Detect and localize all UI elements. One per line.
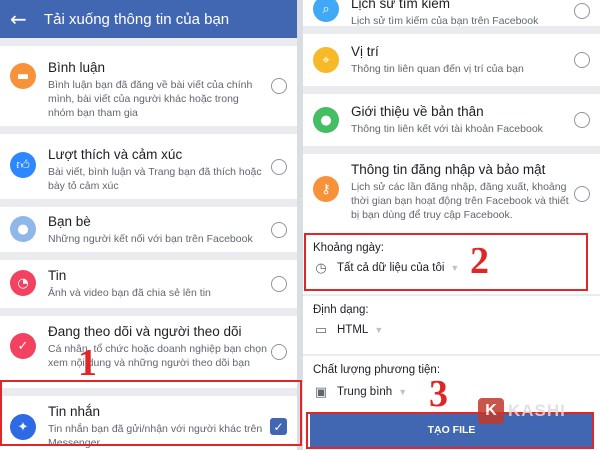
media-quality-value: Trung bình	[337, 386, 393, 398]
category-title: Lịch sử tìm kiếm	[351, 0, 451, 11]
category-radio[interactable]	[271, 78, 287, 94]
highlight-box-step2	[304, 233, 588, 291]
category-radio[interactable]	[271, 344, 287, 360]
format-value: HTML	[337, 324, 369, 336]
category-location[interactable]: ⌖ Vị trí Thông tin liên quan đến vị trí …	[303, 34, 600, 86]
category-title: Bạn bè	[48, 214, 91, 229]
category-title: Bình luận	[48, 60, 106, 75]
category-following[interactable]: ✓ Đang theo dõi và người theo dõi Cá nhâ…	[0, 316, 297, 388]
page-title: Tải xuống thông tin của bạn	[44, 10, 230, 28]
category-title: Vị trí	[351, 44, 379, 59]
chevron-down-icon: ▼	[374, 325, 384, 335]
category-title: Giới thiệu về bản thân	[351, 104, 484, 119]
profile-icon: ●	[313, 107, 339, 133]
media-quality-select[interactable]: ▣ Trung bình ▼	[313, 384, 407, 400]
category-desc: Những người kết nối với bạn trên Faceboo…	[48, 233, 253, 245]
category-friends[interactable]: ● Bạn bè Những người kết nối với bạn trê…	[0, 207, 297, 252]
format-label: Định dạng:	[313, 304, 369, 316]
right-screen: ⌕ Lịch sử tìm kiếm Lịch sử tìm kiếm của …	[303, 0, 600, 450]
category-desc: Ảnh và video bạn đã chia sẻ lên tin	[48, 287, 211, 299]
app-bar: ← Tải xuống thông tin của bạn	[0, 0, 297, 38]
folder-icon: ▭	[314, 322, 328, 338]
category-radio[interactable]	[271, 222, 287, 238]
friends-icon: ●	[10, 216, 36, 242]
watermark-letter: K	[478, 398, 504, 424]
category-title: Tin	[48, 268, 67, 283]
category-title: Lượt thích và cảm xúc	[48, 147, 183, 162]
like-icon: 👍︎	[10, 152, 36, 178]
category-likes[interactable]: 👍︎ Lượt thích và cảm xúc Bài viết, bình …	[0, 134, 297, 199]
watermark-name: KASHI	[508, 401, 566, 420]
step-number-1: 1	[78, 342, 97, 384]
category-about-you[interactable]: ● Giới thiệu về bản thân Thông tin liên …	[303, 94, 600, 146]
category-radio[interactable]	[271, 276, 287, 292]
category-desc: Thông tin liên quan đến vị trí của bạn	[351, 63, 524, 75]
stories-icon: ◔	[10, 270, 36, 296]
video-icon: ▣	[314, 384, 328, 400]
chevron-down-icon: ▼	[398, 387, 408, 397]
watermark-logo: K KASHI	[478, 398, 566, 424]
location-icon: ⌖	[313, 47, 339, 73]
step-number-2: 2	[470, 240, 489, 282]
format-section[interactable]: Định dạng: ▭ HTML ▼	[303, 296, 600, 354]
category-search-history[interactable]: ⌕ Lịch sử tìm kiếm Lịch sử tìm kiếm của …	[303, 0, 600, 27]
category-radio[interactable]	[574, 186, 590, 202]
key-icon: ⚷	[313, 176, 339, 202]
highlight-box-step1	[0, 380, 302, 446]
category-radio[interactable]	[574, 112, 590, 128]
media-quality-label: Chất lượng phương tiện:	[313, 364, 441, 376]
category-radio[interactable]	[271, 159, 287, 175]
category-desc: Lịch sử các lần đăng nhập, đăng xuất, kh…	[351, 181, 569, 221]
category-desc: Bình luận bạn đã đăng về bài viết của ch…	[48, 79, 253, 119]
format-select[interactable]: ▭ HTML ▼	[313, 322, 383, 338]
category-radio[interactable]	[574, 52, 590, 68]
search-icon: ⌕	[313, 0, 339, 22]
category-title: Đang theo dõi và người theo dõi	[48, 324, 242, 339]
step-number-3: 3	[429, 373, 448, 415]
arrow-left-icon[interactable]: ←	[10, 7, 36, 31]
category-desc: Thông tin liên kết với tài khoản Faceboo…	[351, 123, 543, 135]
calendar-check-icon: ✓	[10, 333, 36, 359]
category-desc: Lịch sử tìm kiếm của bạn trên Facebook	[351, 15, 539, 27]
category-radio[interactable]	[574, 3, 590, 19]
category-title: Thông tin đăng nhập và bảo mật	[351, 162, 546, 177]
category-login-security[interactable]: ⚷ Thông tin đăng nhập và bảo mật Lịch sử…	[303, 154, 600, 236]
comment-icon: ▬	[10, 63, 36, 89]
category-desc: Bài viết, bình luận và Trang bạn đã thíc…	[48, 166, 262, 192]
category-comments[interactable]: ▬ Bình luận Bình luận bạn đã đăng về bài…	[0, 46, 297, 126]
category-stories[interactable]: ◔ Tin Ảnh và video bạn đã chia sẻ lên ti…	[0, 260, 297, 308]
